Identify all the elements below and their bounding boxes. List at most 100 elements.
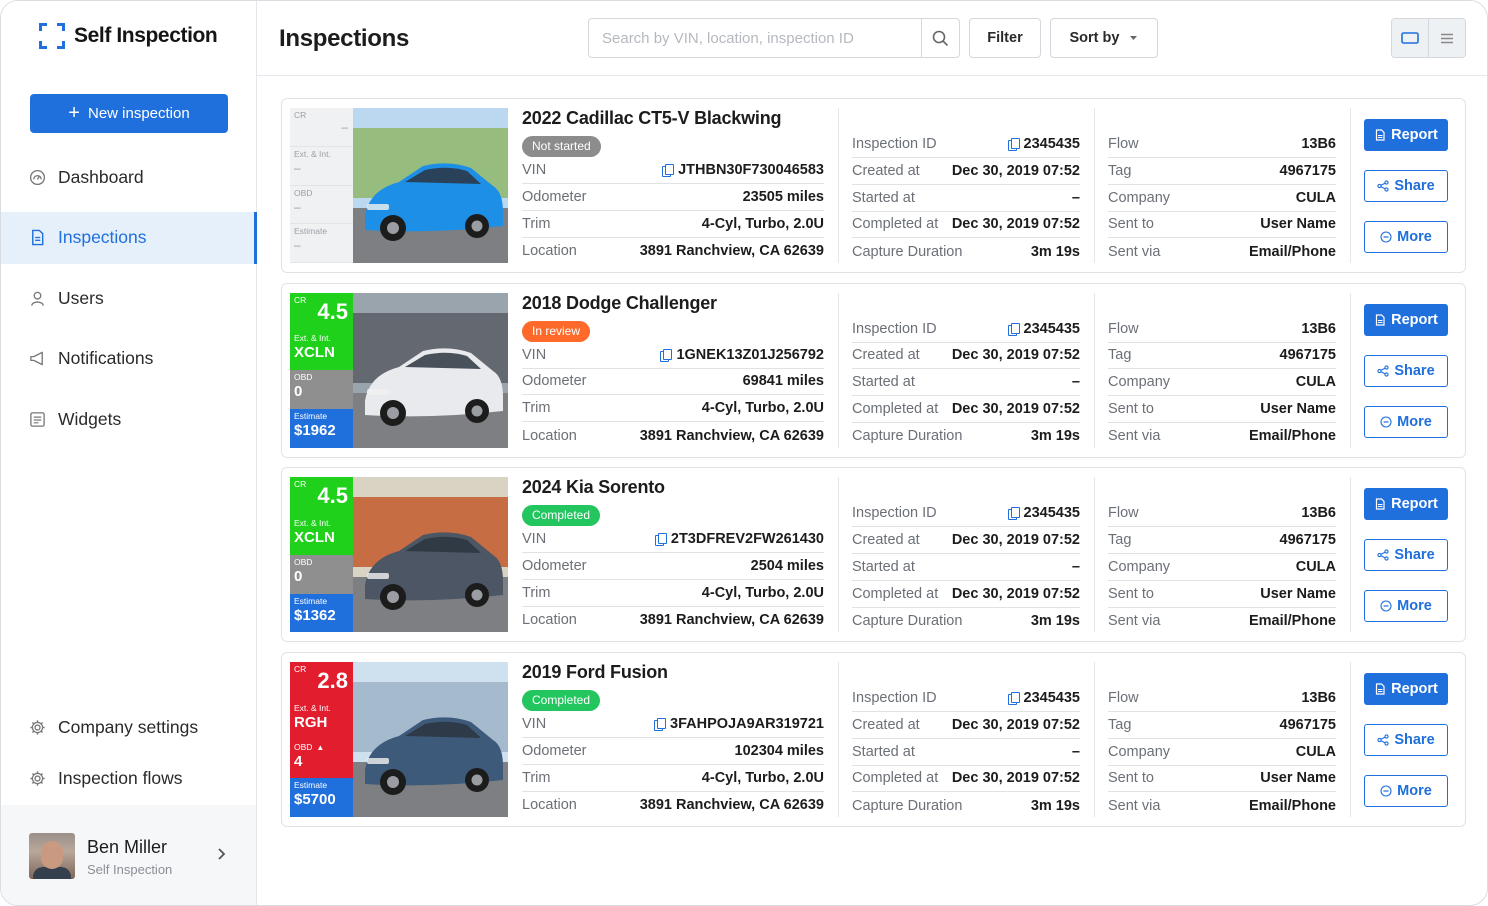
vin-value[interactable]: JTHBN30F730046583 [662,162,824,178]
detail-row-created-at: Created at Dec 30, 2019 07:52 [852,527,1080,555]
sidebar-item-label: Company settings [58,716,199,737]
tag-value: 4967175 [1279,162,1336,179]
score-value: $5700 [294,791,336,809]
sent-to-label: Sent to [1108,585,1154,602]
warning-icon: ▲ [316,742,325,752]
filter-button[interactable]: Filter [969,18,1041,58]
vehicle-title[interactable]: 2022 Cadillac CT5-V Blackwing [522,108,782,129]
vin-value[interactable]: 2T3DFREV2FW261430 [654,531,824,547]
sidebar-item-company-settings[interactable]: Company settings [1,701,257,753]
sidebar-item-label: Notifications [58,348,154,368]
copy-icon[interactable] [1007,138,1020,151]
card-view-button[interactable] [1392,19,1428,57]
detail-row-started-at: Started at – [852,369,1080,397]
score-value: 4.5 [317,298,348,324]
new-inspection-button[interactable]: + New inspection [30,94,228,133]
share-icon [1377,734,1389,746]
sidebar-item-dashboard[interactable]: Dashboard [1,151,257,203]
inspection-card[interactable]: CR 4.5 Ext. & Int. XCLN OBD 0 Estimate $1962 201… [281,282,1466,458]
inspection-card[interactable]: CR 2.8 Ext. & Int. RGH OBD ▲ 4 Estimate $5700 201… [281,652,1466,828]
detail-row-trim: Trim 4-Cyl, Turbo, 2.0U [522,211,824,238]
vehicle-photo[interactable] [353,477,508,633]
score-estimate: Estimate $1962 [290,408,353,448]
vehicle-title[interactable]: 2019 Ford Fusion [522,662,668,683]
location-label: Location [522,427,577,444]
more-button[interactable]: More [1364,775,1448,808]
completed-at-label: Completed at [852,770,939,787]
share-button[interactable]: Share [1364,170,1448,202]
vehicle-title[interactable]: 2018 Dodge Challenger [522,293,717,314]
created-at-value: Dec 30, 2019 07:52 [951,162,1080,179]
widget-icon [29,411,46,428]
report-button[interactable]: Report [1364,488,1448,521]
report-button[interactable]: Report [1364,303,1448,336]
completed-at-value: Dec 30, 2019 07:52 [951,585,1080,602]
sort-by-button[interactable]: Sort by [1050,18,1158,58]
brand-logo[interactable]: Self Inspection [39,23,218,49]
inspection-id-value[interactable]: 2345435 [1007,690,1080,706]
report-button[interactable]: Report [1364,673,1448,706]
vehicle-photo[interactable] [353,662,508,818]
report-button[interactable]: Report [1364,119,1448,151]
detail-row-flow: Flow 13B6 [1108,500,1336,528]
share-button[interactable]: Share [1364,539,1448,572]
report-label: Report [1391,311,1438,328]
share-label: Share [1394,362,1435,379]
company-value: CULA [1295,374,1336,391]
sent-to-label: Sent to [1108,216,1154,233]
status-badge: Not started [522,136,601,157]
more-button[interactable]: More [1364,405,1448,438]
vehicle-title[interactable]: 2024 Kia Sorento [522,477,665,498]
completed-at-value: Dec 30, 2019 07:52 [951,770,1080,787]
status-badge: Completed [522,690,601,712]
score-label: Estimate [294,595,328,606]
copy-icon[interactable] [660,348,673,362]
more-button[interactable]: More [1364,221,1448,253]
score-value: – [294,238,301,253]
more-label: More [1397,413,1432,430]
started-at-value: – [1071,743,1080,760]
detail-row-vin: VIN JTHBN30F730046583 [522,157,824,184]
odometer-label: Odometer [522,558,587,575]
vehicle-photo[interactable] [353,108,508,263]
detail-row-started-at: Started at – [852,739,1080,766]
page-title: Inspections [279,25,410,52]
copy-icon[interactable] [1007,507,1020,521]
copy-icon[interactable] [654,533,667,547]
vin-value[interactable]: 1GNEK13Z01J256792 [660,347,824,363]
score-obd: OBD 0 [290,554,353,594]
share-button[interactable]: Share [1364,354,1448,387]
detail-row-odometer: Odometer 69841 miles [522,368,824,396]
more-button[interactable]: More [1364,590,1448,623]
inspection-id-value[interactable]: 2345435 [1007,321,1080,337]
sidebar-item-inspection-flows[interactable]: Inspection flows [1,752,257,804]
search-input[interactable] [589,19,921,57]
inspection-id-value[interactable]: 2345435 [1007,505,1080,521]
share-button[interactable]: Share [1364,724,1448,757]
capture-duration-value: 3m 19s [1030,797,1080,814]
copy-icon[interactable] [654,718,667,732]
inspection-card[interactable]: CR 4.5 Ext. & Int. XCLN OBD 0 Estimate $1362 202… [281,467,1466,643]
flow-label: Flow [1108,690,1139,707]
inspection-id-label: Inspection ID [852,320,937,337]
copy-icon[interactable] [1007,322,1020,336]
detail-row-vin: VIN 2T3DFREV2FW261430 [522,526,824,554]
copy-icon[interactable] [1007,692,1020,706]
vehicle-photo[interactable] [353,292,508,448]
sidebar-item-users[interactable]: Users [1,272,257,324]
sidebar-item-inspections[interactable]: Inspections [1,211,257,264]
list-view-button[interactable] [1428,19,1465,57]
search-button[interactable] [921,19,959,57]
vin-value[interactable]: 3FAHPOJA9AR319721 [654,716,824,732]
inspection-id-value[interactable]: 2345435 [1007,136,1080,152]
detail-row-trim: Trim 4-Cyl, Turbo, 2.0U [522,395,824,423]
score-cr: CR – [290,108,353,147]
sidebar-item-notifications[interactable]: Notifications [1,333,257,385]
copy-icon[interactable] [662,164,675,177]
flow-label: Flow [1108,136,1139,152]
created-at-label: Created at [852,716,920,733]
score-value: 4.5 [317,483,348,509]
sidebar-item-widgets[interactable]: Widgets [1,393,257,445]
inspection-card[interactable]: CR – Ext. & Int. – OBD – Estimate –2022 Cadilla… [281,98,1466,273]
user-profile[interactable]: Ben Miller Self Inspection [1,805,256,905]
